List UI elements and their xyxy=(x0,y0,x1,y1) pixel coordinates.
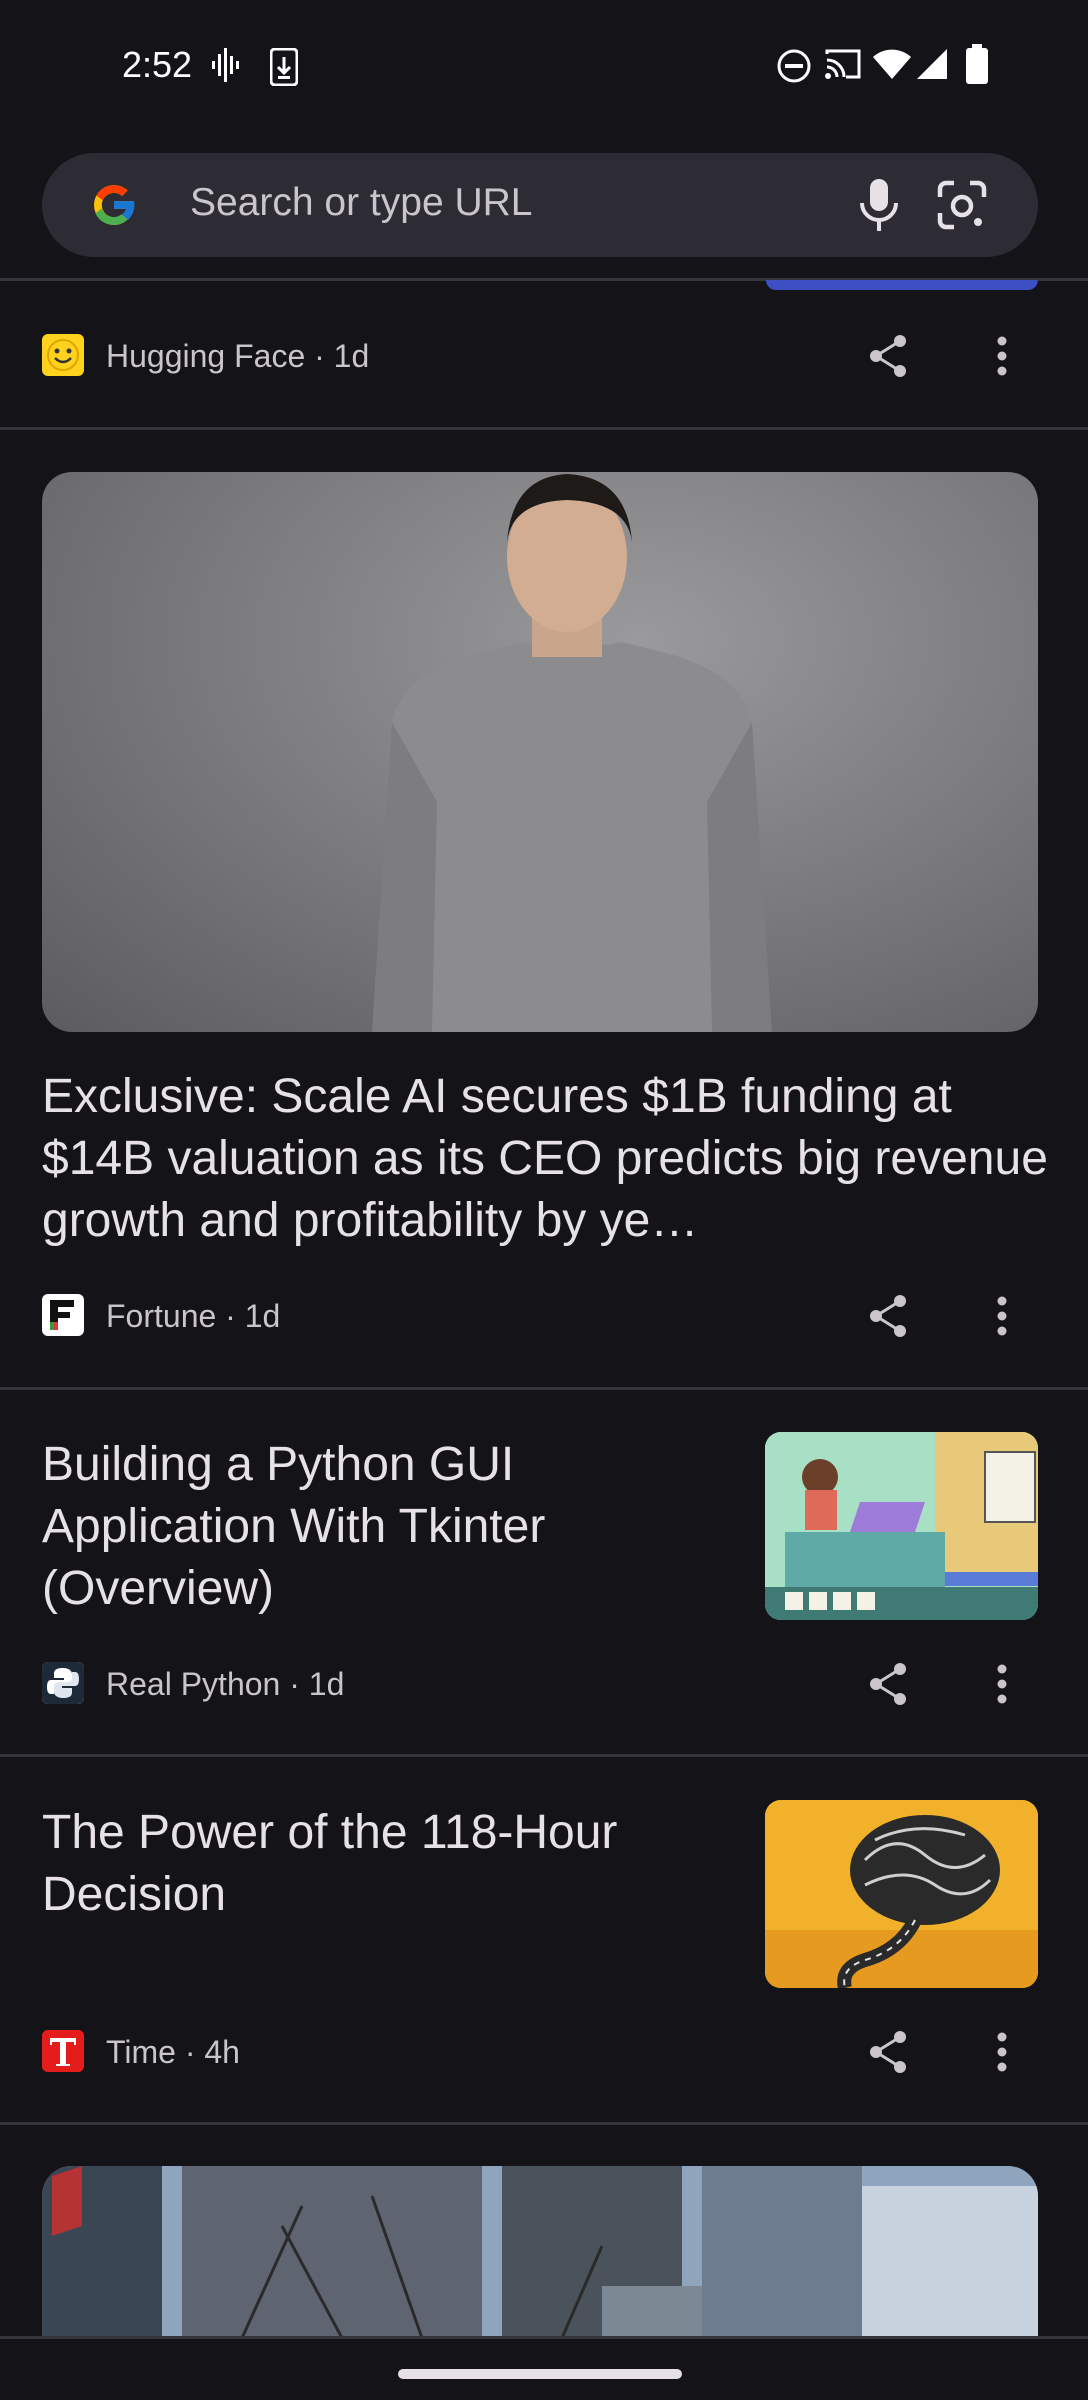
share-icon[interactable] xyxy=(868,1662,908,1706)
share-icon[interactable] xyxy=(868,1294,908,1338)
card-divider xyxy=(0,1387,1088,1390)
card-source-label: Real Python · 1d xyxy=(106,1666,345,1702)
card-divider xyxy=(0,2122,1088,2125)
card-source-label: Hugging Face · 1d xyxy=(106,338,370,374)
article-hero-image[interactable] xyxy=(42,472,1038,1032)
mic-icon[interactable] xyxy=(856,177,902,233)
download-icon xyxy=(270,48,298,86)
article-hero-image[interactable] xyxy=(42,2166,1038,2338)
article-headline[interactable]: Building a Python GUI Application With T… xyxy=(42,1434,702,1620)
card-source-label: Time · 4h xyxy=(106,2034,240,2070)
card-source-label: Fortune · 1d xyxy=(106,1298,281,1334)
time-logo xyxy=(42,2030,84,2072)
cast-icon xyxy=(825,49,861,79)
more-vert-icon[interactable] xyxy=(996,336,1008,376)
more-vert-icon[interactable] xyxy=(996,1664,1008,1704)
article-headline[interactable]: The Power of the 118-Hour Decision xyxy=(42,1802,702,1926)
sound-wave-icon xyxy=(212,48,239,82)
google-lens-icon[interactable] xyxy=(936,179,988,231)
card-divider xyxy=(0,1754,1088,1757)
status-time: 2:52 xyxy=(122,44,193,85)
card-divider xyxy=(0,427,1088,430)
share-icon[interactable] xyxy=(868,2030,908,2074)
more-vert-icon[interactable] xyxy=(996,2032,1008,2072)
article-thumbnail[interactable] xyxy=(765,1800,1038,1988)
article-headline[interactable]: Exclusive: Scale AI secures $1B funding … xyxy=(42,1066,1052,1252)
more-vert-icon[interactable] xyxy=(996,1296,1008,1336)
omnibox-search-bar[interactable]: Search or type URL xyxy=(42,153,1038,257)
do-not-disturb-icon xyxy=(777,49,811,83)
wifi-icon xyxy=(873,49,911,79)
battery-icon xyxy=(966,44,988,84)
previous-card-button-sliver xyxy=(766,280,1038,290)
real-python-logo xyxy=(42,1662,84,1704)
search-placeholder[interactable]: Search or type URL xyxy=(190,181,533,225)
hugging-face-logo xyxy=(42,334,84,376)
status-bar: 2:52 xyxy=(0,0,1088,134)
cellular-signal-icon xyxy=(917,49,947,79)
fortune-logo xyxy=(42,1294,84,1336)
share-icon[interactable] xyxy=(868,334,908,378)
gesture-navigation-bar xyxy=(0,2336,1088,2400)
article-thumbnail[interactable] xyxy=(765,1432,1038,1620)
home-gesture-handle[interactable] xyxy=(398,2369,682,2379)
google-logo-icon xyxy=(94,185,136,225)
